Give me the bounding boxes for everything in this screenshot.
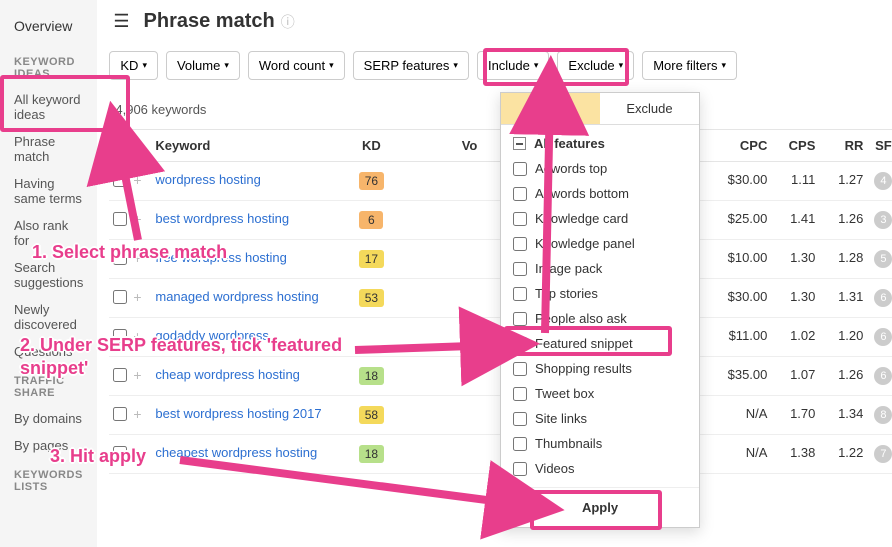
filter-include[interactable]: Include▾	[477, 51, 549, 80]
annotation-step1: 1. Select phrase match	[32, 241, 227, 264]
cpc-value: N/A	[709, 406, 767, 421]
arrow-icon	[350, 330, 510, 373]
col-kd[interactable]: KD	[345, 138, 397, 153]
dropdown-checkbox[interactable]	[513, 387, 527, 401]
cpc-value: $35.00	[709, 367, 767, 382]
filter-bar: KD▾ Volume▾ Word count▾ SERP features▾ I…	[109, 47, 892, 94]
filter-kd[interactable]: KD▾	[109, 51, 158, 80]
chevron-down-icon: ▾	[721, 60, 726, 71]
kd-badge: 58	[359, 406, 384, 424]
dropdown-item-label: Videos	[535, 461, 575, 476]
dropdown-checkbox[interactable]	[513, 437, 527, 451]
col-cps[interactable]: CPS	[767, 138, 815, 153]
sf-badge[interactable]: 6	[874, 289, 892, 307]
col-sf[interactable]: SF	[863, 138, 892, 153]
dropdown-item[interactable]: Shopping results	[501, 356, 699, 381]
cpc-value: $30.00	[709, 172, 767, 187]
chevron-down-icon: ▾	[534, 60, 539, 71]
annotation-step3: 3. Hit apply	[50, 445, 146, 468]
chevron-down-icon: ▾	[453, 60, 458, 71]
col-keyword[interactable]: Keyword	[155, 138, 345, 153]
plus-icon[interactable]: +	[133, 406, 141, 422]
rr-value: 1.34	[815, 406, 863, 421]
sf-badge[interactable]: 6	[874, 367, 892, 385]
sf-badge[interactable]: 7	[874, 445, 892, 463]
chevron-down-icon: ▾	[329, 60, 334, 71]
sidebar-item[interactable]: All keyword ideas	[0, 86, 97, 128]
arrow-icon	[175, 450, 535, 523]
rr-value: 1.26	[815, 367, 863, 382]
annotation-step2: 2. Under SERP features, tick 'featured s…	[20, 334, 350, 379]
sidebar-item[interactable]: Phrase match	[0, 128, 97, 170]
rr-value: 1.26	[815, 211, 863, 226]
dropdown-item-label: Featured snippet	[535, 336, 633, 351]
keyword-link[interactable]: managed wordpress hosting	[155, 289, 345, 304]
sf-badge[interactable]: 3	[874, 211, 892, 229]
cps-value: 1.70	[767, 406, 815, 421]
kd-badge: 53	[359, 289, 384, 307]
dropdown-item-label: Thumbnails	[535, 436, 602, 451]
filter-volume[interactable]: Volume▾	[166, 51, 240, 80]
cps-value: 1.30	[767, 289, 815, 304]
keyword-link[interactable]: wordpress hosting	[155, 172, 345, 187]
dropdown-item-label: Tweet box	[535, 386, 594, 401]
dropdown-checkbox[interactable]	[513, 362, 527, 376]
rr-value: 1.20	[815, 328, 863, 343]
plus-icon[interactable]: +	[133, 289, 141, 305]
filter-serp-features[interactable]: SERP features▾	[353, 51, 469, 80]
kd-badge: 76	[359, 172, 384, 190]
dropdown-item-label: Shopping results	[535, 361, 632, 376]
cps-value: 1.38	[767, 445, 815, 460]
col-cpc[interactable]: CPC	[709, 138, 767, 153]
rr-value: 1.27	[815, 172, 863, 187]
help-icon[interactable]: ⓘ	[281, 12, 295, 32]
row-checkbox[interactable]	[113, 407, 127, 421]
sf-badge[interactable]: 4	[874, 172, 892, 190]
chevron-down-icon: ▾	[142, 60, 147, 71]
sidebar-section-title: KEYWORD IDEAS	[0, 46, 97, 86]
cps-value: 1.41	[767, 211, 815, 226]
cps-value: 1.30	[767, 250, 815, 265]
sf-badge[interactable]: 5	[874, 250, 892, 268]
hamburger-icon[interactable]: ☰	[113, 11, 129, 32]
kd-badge: 6	[359, 211, 383, 229]
dropdown-item-label: Site links	[535, 411, 587, 426]
page-title: Phrase match	[144, 10, 275, 33]
chevron-down-icon: ▾	[619, 60, 624, 71]
arrow-icon	[525, 85, 585, 338]
filter-more[interactable]: More filters▾	[642, 51, 737, 80]
filter-exclude[interactable]: Exclude▾	[557, 51, 634, 80]
arrow-icon	[98, 130, 158, 253]
col-rr[interactable]: RR	[815, 138, 863, 153]
sidebar-item[interactable]: Newly discovered	[0, 296, 97, 338]
chevron-down-icon: ▾	[224, 60, 229, 71]
dropdown-tab-exclude[interactable]: Exclude	[600, 93, 699, 125]
rr-value: 1.31	[815, 289, 863, 304]
keyword-link[interactable]: best wordpress hosting 2017	[155, 406, 345, 421]
sf-badge[interactable]: 8	[874, 406, 892, 424]
cpc-value: $10.00	[709, 250, 767, 265]
rr-value: 1.22	[815, 445, 863, 460]
sidebar-item[interactable]: By domains	[0, 405, 97, 432]
filter-word-count[interactable]: Word count▾	[248, 51, 345, 80]
rr-value: 1.28	[815, 250, 863, 265]
nav-overview[interactable]: Overview	[0, 12, 97, 46]
cpc-value: $11.00	[709, 328, 767, 343]
keyword-link[interactable]: best wordpress hosting	[155, 211, 345, 226]
cps-value: 1.07	[767, 367, 815, 382]
dropdown-item[interactable]: Site links	[501, 406, 699, 431]
cpc-value: N/A	[709, 445, 767, 460]
cps-value: 1.02	[767, 328, 815, 343]
row-checkbox[interactable]	[113, 290, 127, 304]
kd-badge: 17	[359, 250, 384, 268]
cps-value: 1.11	[767, 172, 815, 187]
cpc-value: $30.00	[709, 289, 767, 304]
dropdown-item[interactable]: Tweet box	[501, 381, 699, 406]
dropdown-checkbox[interactable]	[513, 412, 527, 426]
sidebar-item[interactable]: Having same terms	[0, 170, 97, 212]
col-volume[interactable]: Vo	[397, 138, 477, 153]
dropdown-checkbox[interactable]	[513, 337, 527, 351]
cpc-value: $25.00	[709, 211, 767, 226]
sf-badge[interactable]: 6	[874, 328, 892, 346]
